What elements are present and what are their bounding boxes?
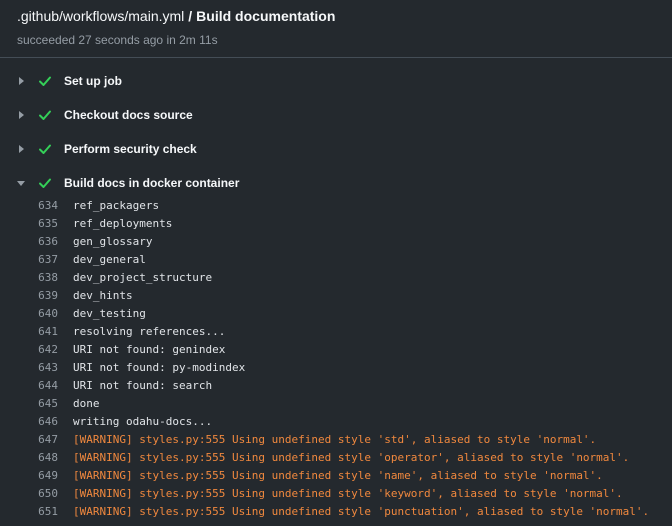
log-text: URI not found: search — [73, 379, 213, 392]
log-line: 641 resolving references... — [0, 323, 672, 341]
log-line-warning: 647 [WARNING] styles.py:555 Using undefin… — [0, 431, 672, 449]
log-text: URI not found: py-modindex — [73, 361, 246, 374]
log-text: ref_packagers — [73, 199, 160, 212]
line-number-link[interactable]: 637 — [20, 251, 58, 269]
line-number-link[interactable]: 647 — [20, 431, 58, 449]
line-number-link[interactable]: 634 — [20, 197, 58, 215]
job-title: .github/workflows/main.yml / Build documen… — [17, 7, 672, 25]
step-row[interactable]: Checkout docs source — [0, 98, 672, 132]
log-line: 636 gen_glossary — [0, 233, 672, 251]
line-number-link[interactable]: 639 — [20, 287, 58, 305]
log-line: 638 dev_project_structure — [0, 269, 672, 287]
log-text: dev_hints — [73, 289, 133, 302]
line-number-link[interactable]: 635 — [20, 215, 58, 233]
log-line: 639 dev_hints — [0, 287, 672, 305]
check-icon — [39, 110, 51, 120]
step-row[interactable]: Set up job — [0, 64, 672, 98]
log-text: ref_deployments — [73, 217, 173, 230]
line-number-link[interactable]: 648 — [20, 449, 58, 467]
line-number-link[interactable]: 650 — [20, 485, 58, 503]
log-line-warning: 650 [WARNING] styles.py:555 Using undefin… — [0, 485, 672, 503]
log-line: 642 URI not found: genindex — [0, 341, 672, 359]
workflow-path-link[interactable]: .github/workflows/main.yml — [17, 8, 184, 24]
step-row[interactable]: Perform security check — [0, 132, 672, 166]
log-line-warning: 648 [WARNING] styles.py:555 Using undefin… — [0, 449, 672, 467]
log-line: 643 URI not found: py-modindex — [0, 359, 672, 377]
log-line-warning: 651 [WARNING] styles.py:555 Using undefin… — [0, 503, 672, 521]
log-text: [WARNING] styles.py:555 Using undefined … — [73, 451, 630, 464]
log-text: writing odahu-docs... — [73, 415, 213, 428]
log-text: [WARNING] styles.py:555 Using undefined … — [73, 505, 650, 518]
chevron-down-icon[interactable] — [16, 178, 26, 188]
log-text: resolving references... — [73, 325, 226, 338]
line-number-link[interactable]: 641 — [20, 323, 58, 341]
line-number-link[interactable]: 640 — [20, 305, 58, 323]
chevron-right-icon[interactable] — [16, 76, 26, 86]
log-line: 637 dev_general — [0, 251, 672, 269]
log-line: 646 writing odahu-docs... — [0, 413, 672, 431]
log-line: 644 URI not found: search — [0, 377, 672, 395]
line-number-link[interactable]: 642 — [20, 341, 58, 359]
log-text: dev_general — [73, 253, 146, 266]
line-number-link[interactable]: 646 — [20, 413, 58, 431]
chevron-right-icon[interactable] — [16, 144, 26, 154]
log-line-warning: 649 [WARNING] styles.py:555 Using undefin… — [0, 467, 672, 485]
step-label: Build docs in docker container — [64, 176, 240, 190]
step-label: Set up job — [64, 74, 122, 88]
job-header: .github/workflows/main.yml / Build documen… — [0, 0, 672, 58]
log-line: 645 done — [0, 395, 672, 413]
line-number-link[interactable]: 649 — [20, 467, 58, 485]
log-text: URI not found: genindex — [73, 343, 226, 356]
log-text: [WARNING] styles.py:555 Using undefined … — [73, 433, 597, 446]
log-line: 634 ref_packagers — [0, 197, 672, 215]
log-text: gen_glossary — [73, 235, 153, 248]
log-text: [WARNING] styles.py:555 Using undefined … — [73, 469, 603, 482]
step-row[interactable]: Build docs in docker container — [0, 166, 672, 200]
job-status-text: succeeded 27 seconds ago in 2m 11s — [17, 33, 218, 47]
step-log: 634 ref_packagers 635 ref_deployments 636 gen… — [0, 197, 672, 521]
log-line: 635 ref_deployments — [0, 215, 672, 233]
title-separator: / — [188, 8, 193, 24]
step-label: Checkout docs source — [64, 108, 193, 122]
workflow-log-view: .github/workflows/main.yml / Build documen… — [0, 0, 672, 526]
log-text: done — [73, 397, 100, 410]
log-text: dev_testing — [73, 307, 146, 320]
log-text: dev_project_structure — [73, 271, 213, 284]
check-icon — [39, 144, 51, 154]
check-icon — [39, 76, 51, 86]
job-name: Build documentation — [196, 8, 336, 24]
check-icon — [39, 178, 51, 188]
line-number-link[interactable]: 644 — [20, 377, 58, 395]
chevron-right-icon[interactable] — [16, 110, 26, 120]
line-number-link[interactable]: 638 — [20, 269, 58, 287]
line-number-link[interactable]: 645 — [20, 395, 58, 413]
log-text: [WARNING] styles.py:555 Using undefined … — [73, 487, 623, 500]
steps-list: Set up job Checkout docs source Perform se… — [0, 58, 672, 200]
line-number-link[interactable]: 643 — [20, 359, 58, 377]
line-number-link[interactable]: 636 — [20, 233, 58, 251]
line-number-link[interactable]: 651 — [20, 503, 58, 521]
step-label: Perform security check — [64, 142, 197, 156]
log-line: 640 dev_testing — [0, 305, 672, 323]
